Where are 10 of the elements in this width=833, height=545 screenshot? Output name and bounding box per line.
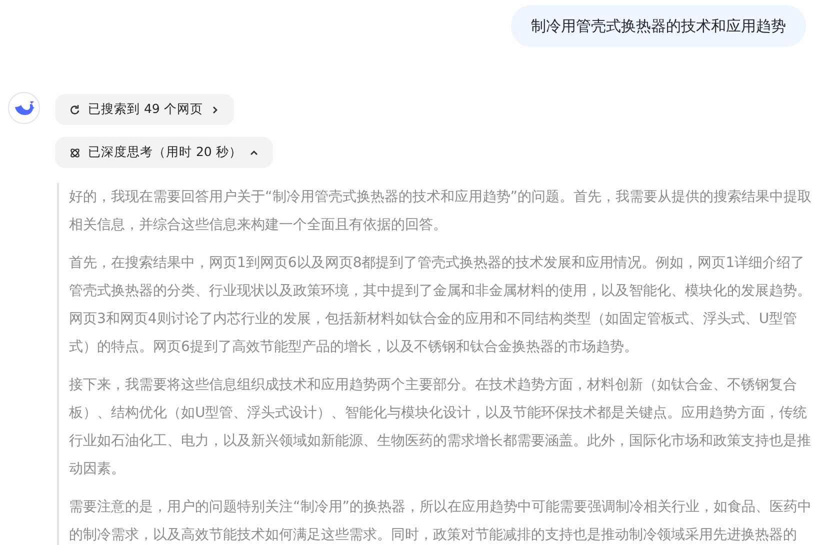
user-message: 制冷用管壳式换热器的技术和应用趋势 [511,5,806,47]
atom-icon [69,146,81,158]
thinking-toggle-button[interactable]: 已深度思考（用时 20 秒） [55,137,273,168]
thought-paragraph: 好的，我现在需要回答用户关于“制冷用管壳式换热器的技术和应用趋势”的问题。首先，我需要从提供的搜索结果中提取相关信息，并综合这些信息来构建一个全面且有依据的回答。 [69,188,813,235]
thought-paragraph: 需要注意的是，用户的问题特别关注“制冷用”的换热器，所以在应用趋势中可能需要强调制冷相关行业，如食品、医药中的制冷需求，以及高效节能技术如何满足这些需求。同时，政策对节能减排的支持也是推动制冷领域采用先进换热器的 [69,498,813,545]
thought-paragraph: 接下来，我需要将这些信息组织成技术和应用趋势两个主要部分。在技术趋势方面，材料创新（如钛合金、不锈钢复合板）、结构优化（如U型管、浮头式设计）、智能化与模块化设计，以及节能环保技术都是关键点。应用趋势方面，传统行业如石油化工、电力，以及新兴领域如新能源、生物医药的需求增长都需要涵盖。此外，国际化市场和政策支持也是推动因素。 [69,376,812,479]
search-refresh-icon [69,104,81,116]
whale-avatar-icon [8,92,40,124]
search-results-button[interactable]: 已搜索到 49 个网页 [55,94,234,125]
thought-paragraph: 首先，在搜索结果中，网页1到网页6以及网页8都提到了管壳式换热器的技术发展和应用情况。例如，网页1详细介绍了管壳式换热器的分类、行业现状以及政策环境，其中提到了金属和非金属材料的使用，以及智能化、模块化的发展趋势。网页3和网页4则讨论了内芯行业的发展，包括新材料如钛合金的应用和不同结构类型（如固定管板式、浮头式、U型管式）的特点。网页6提到了高效节能型产品的增长，以及不锈钢和钛合金换热器的市场趋势。 [69,254,812,357]
